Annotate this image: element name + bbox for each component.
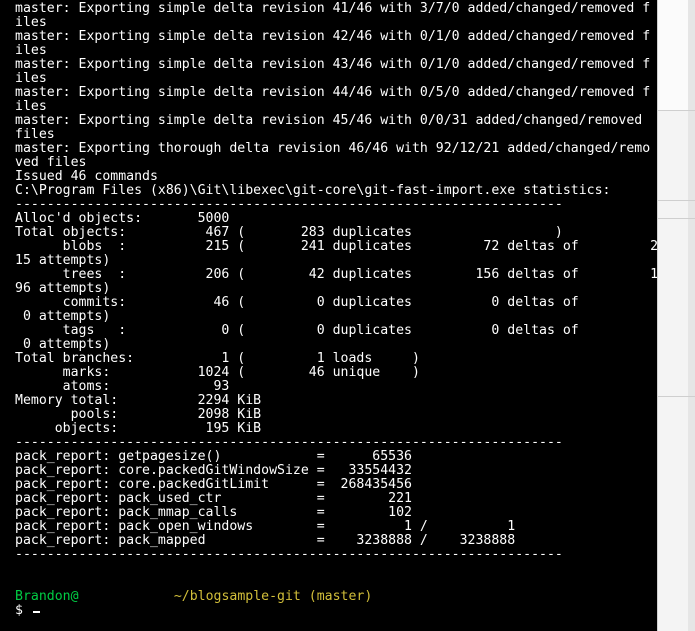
output-line: iles <box>15 16 47 30</box>
output-line: Alloc'd objects: 5000 <box>15 212 230 226</box>
output-line: master: Exporting simple delta revision … <box>15 2 651 16</box>
separator-rule: ----------------------------------------… <box>15 198 563 212</box>
output-line: marks: 1024 ( 46 unique ) <box>15 366 420 380</box>
output-line: 15 attempts) <box>15 254 111 268</box>
separator-rule: ----------------------------------------… <box>15 436 563 450</box>
output-line: ved files <box>15 156 87 170</box>
background-window[interactable] <box>657 0 695 631</box>
prompt-symbol: $ <box>15 604 31 618</box>
output-line: Memory total: 2294 KiB <box>15 394 262 408</box>
output-line: tags : 0 ( 0 duplicates 0 deltas of <box>15 324 579 338</box>
terminal-window[interactable]: master: Exporting simple delta revision … <box>0 0 657 631</box>
output-line: Total objects: 467 ( 283 duplicates ) <box>15 226 563 240</box>
output-line: pack_report: core.packedGitWindowSize = … <box>15 464 412 478</box>
terminal-output: master: Exporting simple delta revision … <box>15 2 657 618</box>
prompt-line: Brandon@ ~/blogsample-git (master) <box>15 590 657 604</box>
output-line: trees : 206 ( 42 duplicates 156 deltas o… <box>15 268 657 282</box>
output-line: pools: 2098 KiB <box>15 408 262 422</box>
output-line: 0 attempts) <box>15 310 111 324</box>
separator-rule: ----------------------------------------… <box>15 548 563 562</box>
output-line: master: Exporting simple delta revision … <box>15 58 651 72</box>
output-line: Total branches: 1 ( 1 loads ) <box>15 352 420 366</box>
output-line: commits: 46 ( 0 duplicates 0 deltas of <box>15 296 579 310</box>
divider <box>658 110 695 111</box>
prompt-user: Brandon@ <box>15 590 79 604</box>
divider <box>658 200 695 201</box>
output-line: master: Exporting simple delta revision … <box>15 30 651 44</box>
output-line: master: Exporting simple delta revision … <box>15 86 651 100</box>
output-line: iles <box>15 44 47 58</box>
output-line: master: Exporting thorough delta revisio… <box>15 142 651 156</box>
output-line: pack_report: pack_used_ctr = 221 <box>15 492 412 506</box>
background-scrollbar[interactable] <box>688 0 695 631</box>
output-line: 0 attempts) <box>15 338 111 352</box>
output-line: Issued 46 commands <box>15 170 158 184</box>
output-line: iles <box>15 100 47 114</box>
output-line: pack_report: pack_mmap_calls = 102 <box>15 506 412 520</box>
output-line: pack_report: pack_mapped = 3238888 / 323… <box>15 534 516 548</box>
output-line: objects: 195 KiB <box>15 422 262 436</box>
output-line: blobs : 215 ( 241 duplicates 72 deltas o… <box>15 240 657 254</box>
output-line: master: Exporting simple delta revision … <box>15 114 643 128</box>
output-line: atoms: 93 <box>15 380 230 394</box>
output-line: 96 attempts) <box>15 282 111 296</box>
output-line: C:\Program Files (x86)\Git\libexec\git-c… <box>15 184 611 198</box>
command-input-line[interactable]: $ <box>15 604 657 618</box>
output-line: iles <box>15 72 47 86</box>
output-line: files <box>15 128 55 142</box>
output-line: pack_report: pack_open_windows = 1 / 1 <box>15 520 516 534</box>
output-line: pack_report: core.packedGitLimit = 26843… <box>15 478 412 492</box>
output-line: pack_report: getpagesize() = 65536 <box>15 450 412 464</box>
prompt-gap <box>79 590 174 604</box>
prompt-path: ~/blogsample-git (master) <box>173 590 373 604</box>
divider <box>658 218 695 219</box>
divider <box>658 396 695 397</box>
text-cursor <box>32 611 40 613</box>
